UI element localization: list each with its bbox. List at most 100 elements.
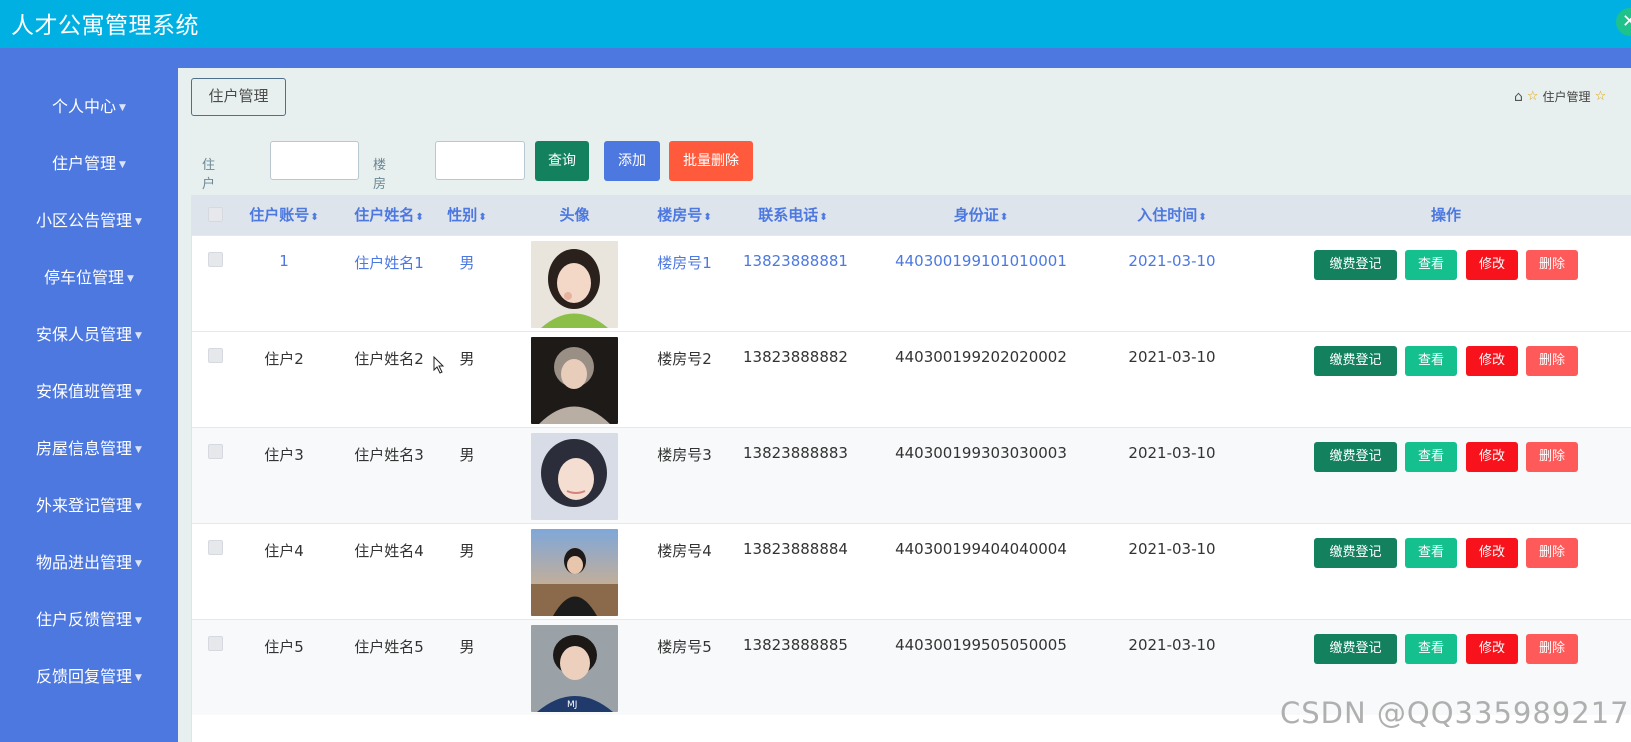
sidebar-item-security-staff[interactable]: 安保人员管理 ▼	[0, 315, 178, 355]
cell-account: 住户5	[264, 638, 304, 656]
chevron-down-icon: ▼	[135, 445, 142, 455]
main-content: 住户管理 ⌂ ☆ 住户管理 ☆ 住户账号 楼房号 查询 添加 批量删除 住户账号…	[178, 68, 1631, 742]
cell-building: 楼房号5	[657, 638, 712, 656]
pay-register-button[interactable]: 缴费登记	[1314, 250, 1397, 280]
cell-idcard: 440300199404040004	[895, 540, 1067, 558]
home-icon[interactable]: ⌂	[1514, 89, 1523, 105]
query-button[interactable]: 查询	[535, 141, 589, 181]
delete-button[interactable]: 删除	[1526, 346, 1578, 376]
table-row: 住户2 住户姓名2 男 楼房号2 13823888882 44030019920…	[192, 331, 1631, 427]
cell-account: 住户4	[264, 542, 304, 560]
chevron-down-icon: ▼	[135, 502, 142, 512]
cell-phone: 13823888883	[743, 444, 848, 462]
header-gender[interactable]: 性别⬍	[442, 195, 492, 235]
header-account[interactable]: 住户账号⬍	[244, 195, 324, 235]
sort-icon: ⬍	[999, 212, 1009, 223]
cell-name: 住户姓名1	[354, 254, 424, 272]
view-button[interactable]: 查看	[1405, 442, 1457, 472]
header-building[interactable]: 楼房号⬍	[642, 195, 727, 235]
header-band	[0, 48, 1631, 68]
tab-resident-management[interactable]: 住户管理	[191, 78, 286, 116]
delete-button[interactable]: 删除	[1526, 634, 1578, 664]
edit-button[interactable]: 修改	[1466, 442, 1518, 472]
pay-register-button[interactable]: 缴费登记	[1314, 538, 1397, 568]
cell-gender: 男	[459, 350, 475, 368]
account-input[interactable]	[270, 141, 359, 180]
star-icon: ☆	[1594, 89, 1607, 104]
batch-delete-button[interactable]: 批量删除	[669, 141, 753, 181]
sidebar-item-parking-management[interactable]: 停车位管理 ▼	[0, 258, 178, 298]
cell-account: 住户3	[264, 446, 304, 464]
view-button[interactable]: 查看	[1405, 634, 1457, 664]
chevron-down-icon: ▼	[119, 103, 126, 113]
avatar	[531, 337, 618, 424]
cell-name: 住户姓名5	[354, 638, 424, 656]
row-checkbox[interactable]	[208, 348, 223, 363]
header-name[interactable]: 住户姓名⬍	[344, 195, 434, 235]
edit-button[interactable]: 修改	[1466, 634, 1518, 664]
chevron-down-icon: ▼	[135, 388, 142, 398]
pay-register-button[interactable]: 缴费登记	[1314, 442, 1397, 472]
pay-register-button[interactable]: 缴费登记	[1314, 634, 1397, 664]
sort-icon: ⬍	[478, 212, 487, 223]
resident-table: 住户账号⬍ 住户姓名⬍ 性别⬍ 头像 楼房号⬍ 联系电话⬍ 身份证⬍ 入住时间⬍…	[191, 195, 1631, 742]
sort-icon: ⬍	[819, 212, 828, 223]
delete-button[interactable]: 删除	[1526, 250, 1578, 280]
close-icon[interactable]: ✕	[1616, 8, 1631, 36]
delete-button[interactable]: 删除	[1526, 538, 1578, 568]
edit-button[interactable]: 修改	[1466, 538, 1518, 568]
breadcrumb: ⌂ ☆ 住户管理 ☆	[1514, 88, 1606, 105]
sort-icon: ⬍	[415, 212, 424, 223]
row-checkbox[interactable]	[208, 636, 223, 651]
table-header: 住户账号⬍ 住户姓名⬍ 性别⬍ 头像 楼房号⬍ 联系电话⬍ 身份证⬍ 入住时间⬍…	[192, 195, 1631, 235]
sidebar-item-housing-info[interactable]: 房屋信息管理 ▼	[0, 429, 178, 469]
sidebar-item-goods-in-out[interactable]: 物品进出管理 ▼	[0, 543, 178, 583]
sidebar-item-resident-management[interactable]: 住户管理 ▼	[0, 144, 178, 184]
avatar	[531, 529, 618, 616]
sidebar-item-personal-center[interactable]: 个人中心 ▼	[0, 87, 178, 127]
app-title: 人才公寓管理系统	[11, 13, 199, 39]
edit-button[interactable]: 修改	[1466, 250, 1518, 280]
header-idcard[interactable]: 身份证⬍	[931, 195, 1031, 235]
sidebar-item-visitor-registration[interactable]: 外来登记管理 ▼	[0, 486, 178, 526]
sidebar-item-resident-feedback[interactable]: 住户反馈管理 ▼	[0, 600, 178, 640]
pay-register-button[interactable]: 缴费登记	[1314, 346, 1397, 376]
cell-checkin: 2021-03-10	[1128, 348, 1216, 366]
cell-building: 楼房号2	[657, 350, 712, 368]
view-button[interactable]: 查看	[1405, 250, 1457, 280]
cell-building: 楼房号4	[657, 542, 712, 560]
cell-checkin: 2021-03-10	[1128, 444, 1216, 462]
view-button[interactable]: 查看	[1405, 538, 1457, 568]
sidebar-item-feedback-reply[interactable]: 反馈回复管理 ▼	[0, 657, 178, 697]
cell-building: 楼房号3	[657, 446, 712, 464]
select-all-checkbox[interactable]	[208, 207, 223, 222]
cell-name: 住户姓名4	[354, 542, 424, 560]
building-input[interactable]	[435, 141, 525, 180]
breadcrumb-current: 住户管理	[1542, 90, 1591, 104]
chevron-down-icon: ▼	[135, 559, 142, 569]
header-checkin[interactable]: 入住时间⬍	[1122, 195, 1222, 235]
table-row: 1 住户姓名1 男 楼房号1 13823888881 4403001991010…	[192, 235, 1631, 331]
header-phone[interactable]: 联系电话⬍	[743, 195, 843, 235]
chevron-down-icon: ▼	[135, 673, 142, 683]
cell-idcard: 440300199101010001	[895, 252, 1067, 270]
chevron-down-icon: ▼	[135, 217, 142, 227]
view-button[interactable]: 查看	[1405, 346, 1457, 376]
cell-phone: 13823888885	[743, 636, 848, 654]
sidebar-item-notice-management[interactable]: 小区公告管理 ▼	[0, 201, 178, 241]
avatar	[531, 241, 618, 328]
cell-building: 楼房号1	[657, 254, 712, 272]
cell-gender: 男	[459, 446, 475, 464]
cell-checkin: 2021-03-10	[1128, 540, 1216, 558]
cell-name: 住户姓名2	[354, 350, 424, 368]
add-button[interactable]: 添加	[604, 141, 660, 181]
delete-button[interactable]: 删除	[1526, 442, 1578, 472]
row-checkbox[interactable]	[208, 444, 223, 459]
avatar: MJ	[531, 625, 618, 712]
edit-button[interactable]: 修改	[1466, 346, 1518, 376]
sidebar-item-security-duty[interactable]: 安保值班管理 ▼	[0, 372, 178, 412]
row-checkbox[interactable]	[208, 540, 223, 555]
row-checkbox[interactable]	[208, 252, 223, 267]
table-row: 住户3 住户姓名3 男 楼房号3 13823888883 44030019930…	[192, 427, 1631, 523]
sidebar: 个人中心 ▼ 住户管理 ▼ 小区公告管理 ▼ 停车位管理 ▼ 安保人员管理 ▼ 安保值班管…	[0, 68, 178, 742]
